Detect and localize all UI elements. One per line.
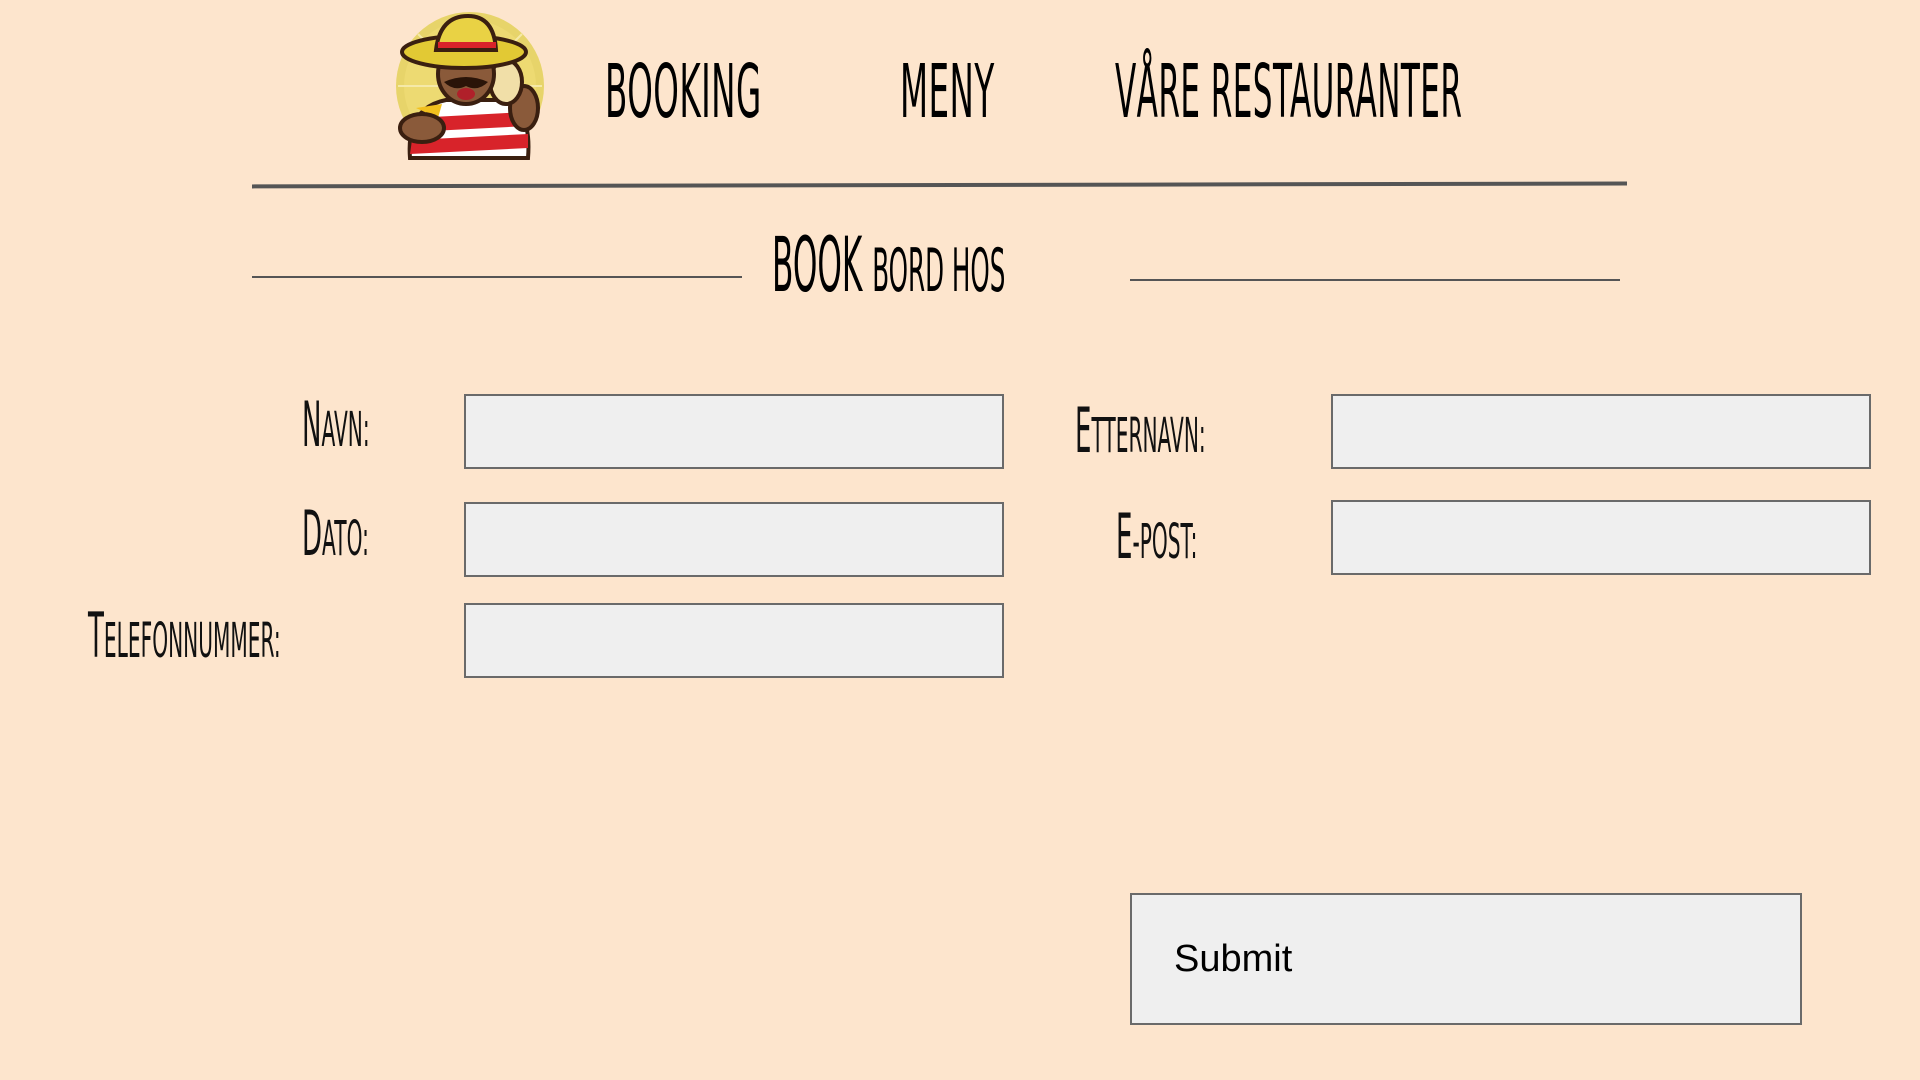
dato-label-initial: D [302,497,323,570]
dato-label-rest: ATO: [322,511,369,567]
nav-link-booking[interactable]: BOOKING [605,55,762,129]
etternavn-label: ETTERNAVN: [1075,400,1206,462]
heading-rule-left [252,276,742,278]
page-title: BOOK BORD HOS [772,227,1005,303]
nav-link-vaare-restauranter[interactable]: VÅRE RESTAURANTER [1115,55,1462,129]
page-title-sub: BORD HOS [872,236,1006,306]
epost-label: E-POST: [1116,506,1197,568]
dato-label: DATO: [302,503,369,565]
submit-button[interactable]: Submit [1130,893,1802,1025]
etternavn-label-rest: TTERNAVN: [1091,408,1206,464]
epost-input[interactable] [1331,500,1871,575]
page-title-main: BOOK [772,220,863,309]
etternavn-label-initial: E [1075,394,1092,467]
epost-label-rest: -POST: [1132,514,1198,570]
etternavn-input[interactable] [1331,394,1871,469]
telefonnummer-label-initial: T [88,599,104,672]
navn-label: NAVN: [302,394,370,456]
telefonnummer-label-rest: ELEFONNUMMER: [103,613,281,669]
navn-label-initial: N [302,388,322,461]
nav-link-meny[interactable]: MENY [900,55,995,129]
epost-label-initial: E [1116,500,1133,573]
heading-rule-right [1130,279,1620,281]
navn-input[interactable] [464,394,1004,469]
header-divider [251,181,1628,189]
telefonnummer-input[interactable] [464,603,1004,678]
navn-label-rest: AVN: [321,402,370,458]
dato-input[interactable] [464,502,1004,577]
telefonnummer-label: TELEFONNUMMER: [88,605,281,667]
mascot-logo-icon[interactable] [396,8,548,168]
